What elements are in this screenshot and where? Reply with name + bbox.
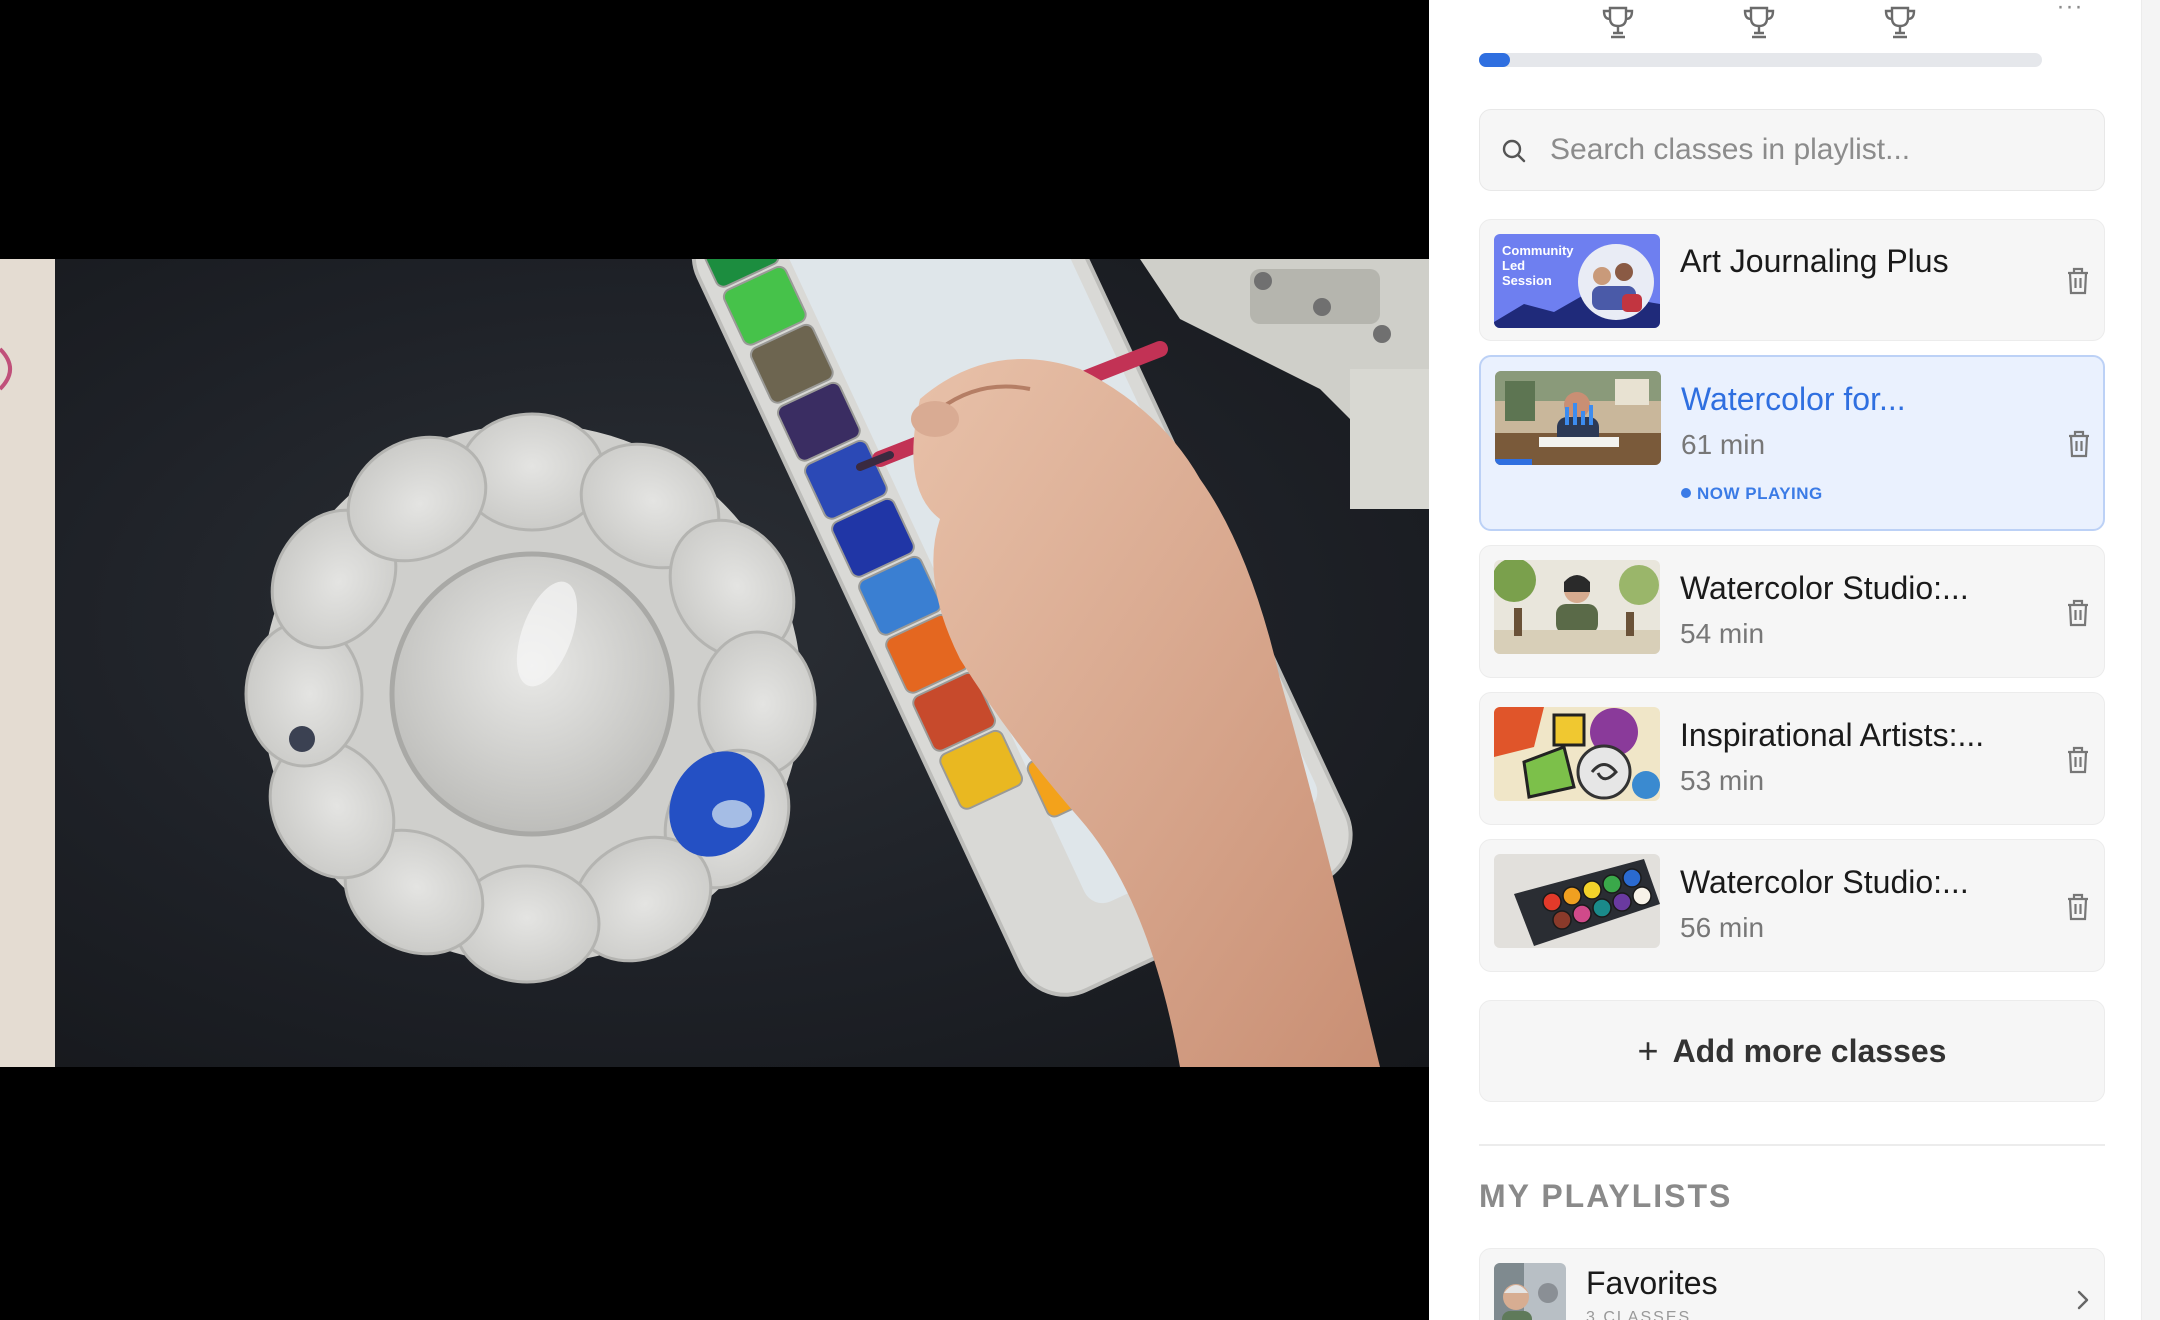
playlist-title: Favorites <box>1586 1265 1718 1301</box>
trash-icon[interactable] <box>2065 892 2091 922</box>
chevron-right-icon <box>2077 1290 2089 1310</box>
now-playing-dot-icon <box>1681 488 1691 498</box>
more-options-button[interactable]: ··· <box>2055 0 2085 20</box>
class-title: Watercolor Studio:... <box>1680 570 1969 606</box>
search-icon <box>1502 139 1526 163</box>
trash-icon[interactable] <box>2065 266 2091 296</box>
class-duration: 56 min <box>1680 912 1765 943</box>
class-card[interactable]: Community Led Session Art Journaling Plu… <box>1479 219 2105 341</box>
playlist-progress-bar <box>1479 53 2042 67</box>
trash-icon[interactable] <box>2065 745 2091 775</box>
class-card-now-playing[interactable]: Watercolor for... 61 min NOW PLAYING <box>1479 355 2105 531</box>
section-divider <box>1479 1144 2105 1146</box>
add-more-classes-label: Add more classes <box>1672 1032 1947 1069</box>
class-duration: 54 min <box>1680 618 1765 649</box>
playlist-progress-fill <box>1479 53 1510 67</box>
my-playlists-heading: MY PLAYLISTS <box>1479 1178 1733 1214</box>
class-thumbnail <box>1494 707 1660 801</box>
class-card[interactable]: Watercolor Studio:... 54 min <box>1479 545 2105 678</box>
playlist-search[interactable] <box>1479 109 2105 191</box>
class-title: Art Journaling Plus <box>1680 243 1949 279</box>
class-title: Watercolor Studio:... <box>1680 864 1969 900</box>
trophy-icon <box>1743 6 1775 39</box>
class-card[interactable]: Inspirational Artists:... 53 min <box>1479 692 2105 825</box>
now-playing-label: NOW PLAYING <box>1697 484 1823 503</box>
plus-icon: + <box>1637 1030 1659 1071</box>
thumb-badge-line1: Community <box>1502 243 1574 258</box>
class-thumbnail <box>1495 371 1661 465</box>
class-title: Inspirational Artists:... <box>1680 717 1985 753</box>
class-card[interactable]: Watercolor Studio:... 56 min <box>1479 839 2105 972</box>
class-duration: 53 min <box>1680 765 1765 796</box>
class-duration: 61 min <box>1681 429 1766 460</box>
video-still-image <box>0 259 1429 1067</box>
video-frame[interactable] <box>0 259 1429 1067</box>
class-thumbnail <box>1494 560 1660 654</box>
now-playing-badge: NOW PLAYING <box>1681 484 1823 504</box>
playlist-class-count: 3 CLASSES <box>1586 1309 1692 1320</box>
playlist-sidebar: ··· Search classes in playlist... Commun… <box>1429 0 2141 1320</box>
trophy-icon <box>1602 6 1634 39</box>
video-player[interactable] <box>0 0 1429 1320</box>
trophy-icon <box>1884 6 1916 39</box>
playlist-item-favorites[interactable]: Favorites 3 CLASSES <box>1479 1248 2105 1320</box>
thumb-badge-line2: Led <box>1502 258 1525 273</box>
thumb-badge-line3: Session <box>1502 273 1552 288</box>
class-title: Watercolor for... <box>1681 381 1906 417</box>
class-thumbnail <box>1494 854 1660 948</box>
class-watched-progress <box>1495 459 1532 465</box>
trash-icon[interactable] <box>2065 598 2091 628</box>
class-thumbnail: Community Led Session <box>1494 234 1660 328</box>
sidebar-scrollbar[interactable] <box>2141 0 2160 1320</box>
search-input[interactable] <box>1550 110 2090 190</box>
trash-icon[interactable] <box>2066 429 2092 459</box>
add-more-classes-button[interactable]: + Add more classes <box>1479 1000 2105 1102</box>
playlist-thumbnail <box>1494 1263 1566 1320</box>
